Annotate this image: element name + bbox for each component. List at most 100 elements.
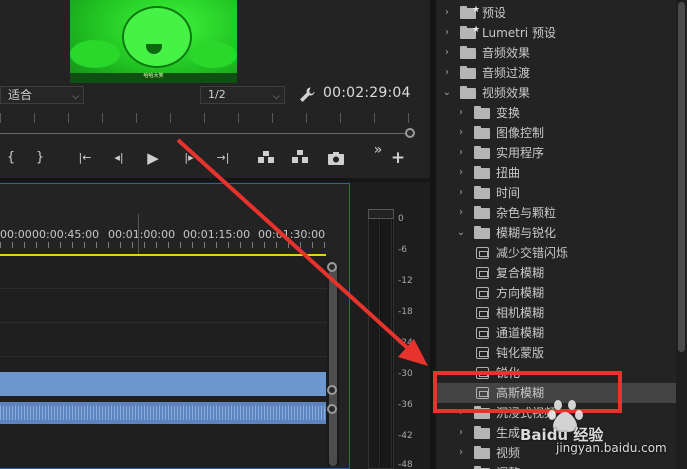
meter-channel-left	[369, 210, 380, 468]
chevron-right-icon[interactable]: ›	[456, 123, 466, 143]
audio-waveform	[0, 406, 326, 420]
effect-item[interactable]: 通道模糊	[436, 323, 676, 343]
more-controls-button[interactable]: »	[367, 139, 389, 161]
fit-dropdown[interactable]: 适合 ⌵	[0, 86, 84, 104]
effect-item[interactable]: 钝化蒙版	[436, 343, 676, 363]
tree-item-label: 实用程序	[496, 146, 545, 160]
chevron-right-icon[interactable]: ›	[456, 423, 466, 443]
tree-item-label: 视频效果	[482, 86, 531, 100]
effect-folder[interactable]: › 时间	[436, 183, 676, 203]
folder-icon	[474, 446, 490, 459]
scroll-handle-middle[interactable]	[327, 385, 337, 395]
meter-peak-indicator[interactable]	[368, 209, 394, 219]
playhead-timecode[interactable]: 00:02:29:04	[323, 85, 411, 101]
track-area[interactable]	[0, 256, 330, 468]
chevron-down-icon[interactable]: ⌄	[456, 223, 466, 243]
chevron-right-icon[interactable]: ›	[442, 63, 452, 83]
effect-item[interactable]: 复合模糊	[436, 263, 676, 283]
lift-icon[interactable]	[255, 147, 277, 169]
effect-folder[interactable]: › 扭曲	[436, 163, 676, 183]
button-editor-add[interactable]: +	[387, 147, 409, 169]
chevron-down-icon[interactable]: ⌄	[442, 83, 452, 103]
chevron-right-icon[interactable]: ›	[456, 443, 466, 463]
meter-label: -42	[398, 431, 413, 441]
panel-divider[interactable]	[0, 178, 430, 182]
tree-item-label: 通道模糊	[496, 326, 545, 340]
folder-icon	[474, 106, 490, 119]
chevron-right-icon[interactable]: ›	[442, 43, 452, 63]
chevron-right-icon[interactable]: ›	[456, 143, 466, 163]
tree-item-label: 生成	[496, 426, 521, 440]
video-clip[interactable]	[0, 372, 326, 396]
effects-scrollbar[interactable]	[676, 0, 687, 469]
ruler-label: 00:00	[0, 228, 32, 241]
play-button[interactable]: ▶	[142, 147, 164, 169]
folder-icon	[474, 226, 490, 239]
go-to-in-button[interactable]: |←	[74, 147, 96, 169]
effect-folder[interactable]: › 变换	[436, 103, 676, 123]
effect-item[interactable]: 方向模糊	[436, 283, 676, 303]
folder-icon	[474, 206, 490, 219]
ruler-label: 00:01:00:00	[108, 228, 176, 241]
scroll-handle-bottom[interactable]	[327, 404, 337, 414]
star-icon: ★	[472, 25, 481, 35]
monitor-scrub-bar[interactable]	[0, 113, 420, 141]
effect-folder[interactable]: › 音频过渡	[436, 63, 676, 83]
effect-folder[interactable]: › 音频效果	[436, 43, 676, 63]
chevron-down-icon: ⌵	[72, 92, 79, 102]
effect-item[interactable]: 相机模糊	[436, 303, 676, 323]
audio-clip[interactable]	[0, 402, 326, 424]
chevron-right-icon[interactable]: ›	[442, 3, 452, 23]
timeline-vertical-scrollbar[interactable]	[327, 266, 339, 466]
chevron-right-icon[interactable]: ›	[442, 23, 452, 43]
effect-folder[interactable]: › 调整	[436, 463, 676, 469]
preview-character	[122, 6, 192, 68]
effect-icon	[476, 267, 489, 279]
effect-folder[interactable]: › ★ Lumetri 预设	[436, 23, 676, 43]
chevron-down-icon: ⌵	[273, 92, 280, 102]
meter-label: -24	[398, 338, 413, 348]
ruler-label: 00:01:30:00	[258, 228, 326, 241]
scrub-end-handle[interactable]	[405, 128, 415, 138]
effect-folder[interactable]: › 图像控制	[436, 123, 676, 143]
playhead-marker[interactable]	[138, 214, 139, 254]
mark-out-button[interactable]: }	[29, 147, 51, 169]
mark-in-button[interactable]: {	[0, 147, 22, 169]
tree-item-label: 音频过渡	[482, 66, 531, 80]
effect-folder[interactable]: ⌄ 视频效果	[436, 83, 676, 103]
resolution-dropdown-value: 1/2	[208, 88, 226, 101]
effect-folder[interactable]: ⌄ 模糊与锐化	[436, 223, 676, 243]
tree-item-label: 视频	[496, 446, 521, 460]
scrollbar-thumb[interactable]	[329, 266, 337, 466]
tree-item-label: 调整	[496, 463, 520, 469]
monitor-controls: 适合 ⌵ 1/2 ⌵ 00:02:29:04	[0, 84, 430, 106]
tree-item-label: 图像控制	[496, 126, 545, 140]
chevron-right-icon[interactable]: ›	[456, 103, 466, 123]
effect-item[interactable]: 减少交错闪烁	[436, 243, 676, 263]
effect-folder[interactable]: › 杂色与颗粒	[436, 203, 676, 223]
wrench-icon[interactable]	[298, 86, 316, 104]
step-forward-button[interactable]: |▸	[178, 147, 200, 169]
tree-item-label: 杂色与颗粒	[496, 206, 557, 220]
preview-cloud	[190, 42, 237, 68]
effect-folder[interactable]: › 实用程序	[436, 143, 676, 163]
chevron-right-icon[interactable]: ›	[456, 203, 466, 223]
timeline-panel: 00:00 00:00:45:00 00:01:00:00 00:01:15:0…	[0, 183, 350, 469]
audio-meter: 0 -6 -12 -18 -24 -30 -36 -42 -48	[354, 183, 428, 469]
chevron-right-icon[interactable]: ›	[456, 183, 466, 203]
meter-label: -30	[398, 369, 413, 379]
extract-icon[interactable]	[289, 147, 311, 169]
timeline-ruler[interactable]: 00:00 00:00:45:00 00:01:00:00 00:01:15:0…	[0, 184, 349, 254]
resolution-dropdown[interactable]: 1/2 ⌵	[200, 86, 285, 104]
chevron-right-icon[interactable]: ›	[456, 463, 466, 469]
folder-icon	[474, 426, 490, 439]
step-back-button[interactable]: ◂|	[108, 147, 130, 169]
go-to-out-button[interactable]: →|	[212, 147, 234, 169]
chevron-right-icon[interactable]: ›	[456, 163, 466, 183]
camera-icon[interactable]	[325, 147, 347, 169]
meter-bar	[368, 209, 394, 469]
scroll-handle-top[interactable]	[327, 262, 337, 272]
scrollbar-thumb[interactable]	[678, 2, 685, 352]
tree-item-label: Lumetri 预设	[482, 26, 556, 40]
watermark-url: jingyan.baidu.com	[556, 441, 667, 455]
